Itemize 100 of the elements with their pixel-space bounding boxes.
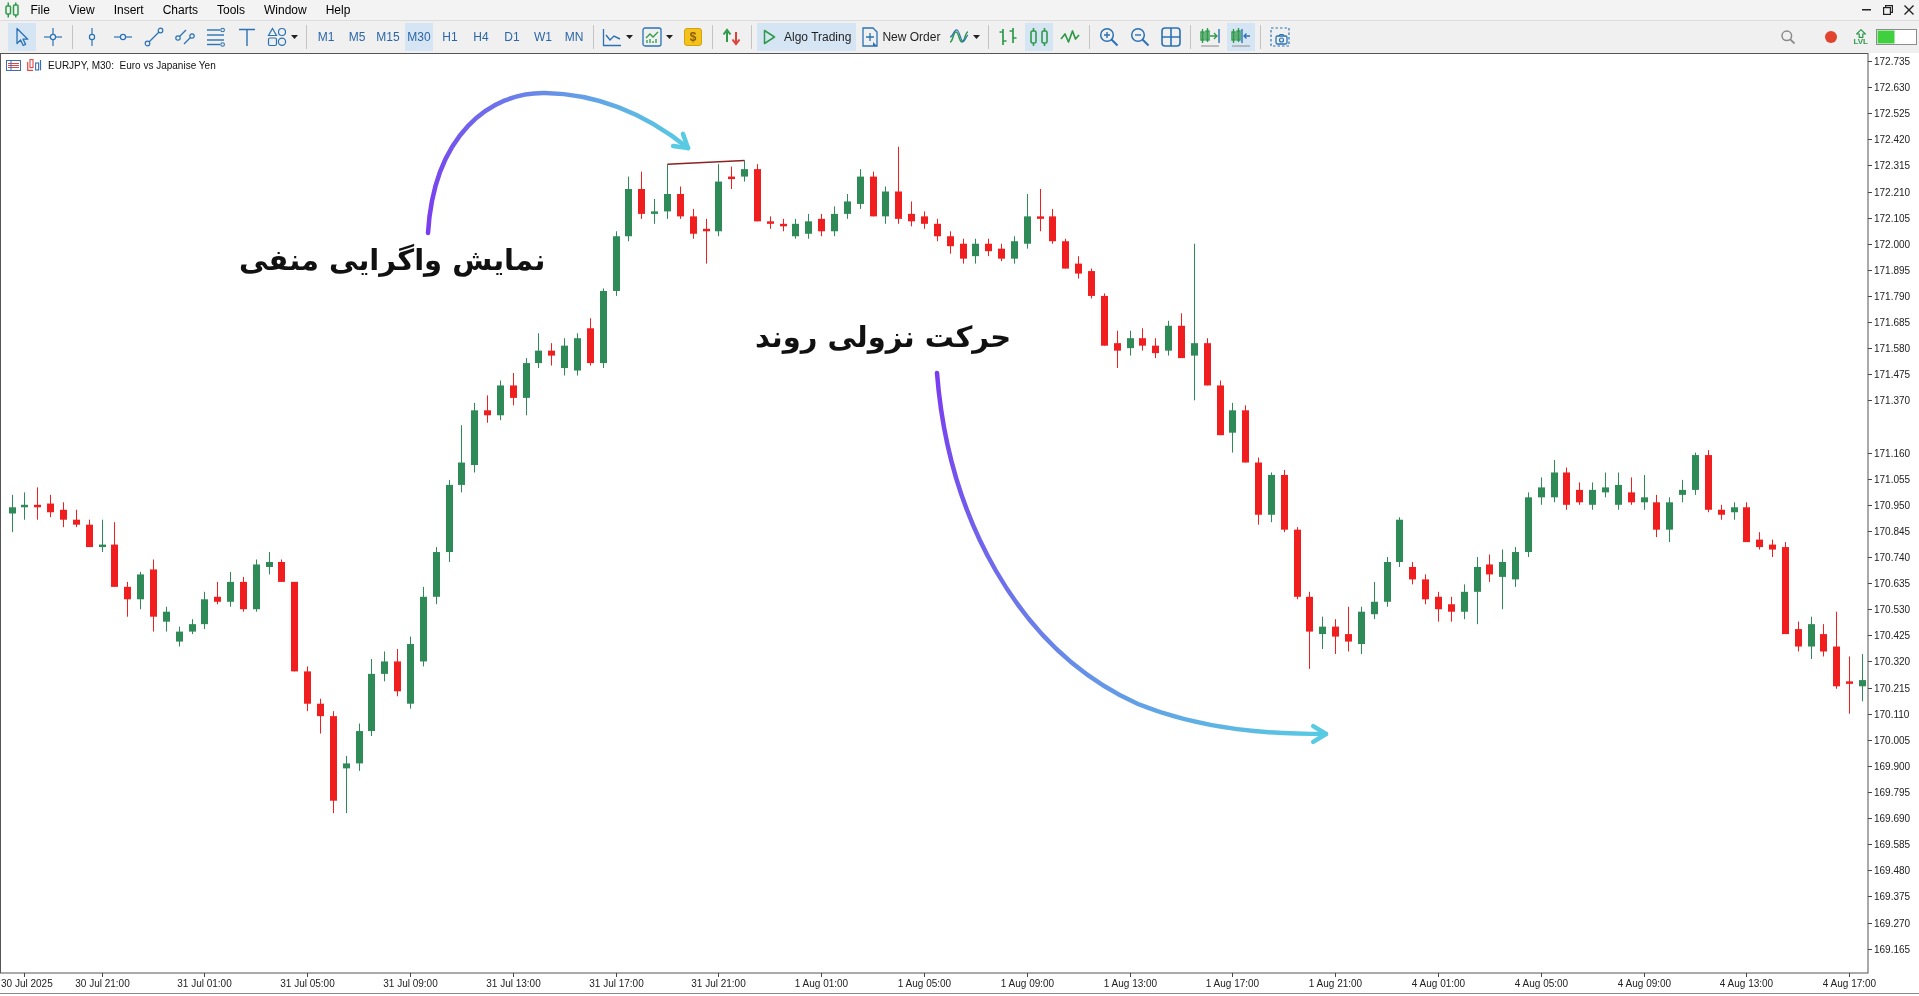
candlestick bbox=[1641, 474, 1648, 511]
cursor-tool-button[interactable] bbox=[8, 23, 36, 51]
grid-icon bbox=[1161, 27, 1182, 47]
candlestick bbox=[1808, 616, 1815, 660]
time-label: 1 Aug 13:00 bbox=[1103, 978, 1158, 989]
candlestick bbox=[433, 546, 440, 605]
timeframe-button[interactable]: M15 bbox=[374, 23, 402, 51]
timeframe-button[interactable]: D1 bbox=[498, 23, 526, 51]
candlestick bbox=[831, 205, 838, 237]
time-label: 31 Jul 13:00 bbox=[486, 978, 541, 989]
ohlc-bars-icon bbox=[998, 27, 1019, 47]
new-order-button[interactable]: New Order bbox=[859, 23, 944, 51]
price-label: 172.420 bbox=[1874, 134, 1911, 145]
caret-icon bbox=[291, 35, 298, 39]
time-label: 31 Jul 05:00 bbox=[280, 978, 335, 989]
candlestick bbox=[1396, 516, 1403, 568]
time-label: 4 Aug 05:00 bbox=[1514, 978, 1569, 989]
candlestick bbox=[1666, 496, 1673, 543]
price-label: 171.370 bbox=[1874, 395, 1911, 406]
candlestick bbox=[47, 494, 54, 518]
price-label: 169.375 bbox=[1874, 891, 1911, 902]
candlestick bbox=[278, 559, 285, 583]
timeframe-button[interactable]: M30 bbox=[405, 23, 433, 51]
candlestick bbox=[176, 626, 183, 648]
candlestick bbox=[21, 491, 28, 521]
timeframe-button[interactable]: M1 bbox=[312, 23, 340, 51]
candlestick-button[interactable] bbox=[1025, 23, 1054, 51]
chart-title: EURJPY, M30: Euro vs Japanise Yen bbox=[48, 59, 216, 71]
line-chart-icon bbox=[602, 27, 622, 47]
zoom-out-icon bbox=[1130, 27, 1151, 47]
table-icon bbox=[6, 59, 21, 71]
price-label: 170.530 bbox=[1874, 604, 1911, 615]
level-lines-icon bbox=[206, 27, 226, 47]
candlestick bbox=[1795, 621, 1802, 652]
candlestick bbox=[1718, 504, 1725, 521]
candlestick bbox=[240, 576, 247, 613]
level-button[interactable]: LVL bbox=[1853, 28, 1868, 46]
algo-trading-button[interactable]: Algo Trading bbox=[757, 23, 857, 51]
minimize-icon bbox=[1862, 9, 1871, 11]
candlestick bbox=[1846, 655, 1853, 715]
candlestick bbox=[34, 486, 41, 521]
menu-item[interactable]: File bbox=[21, 0, 60, 20]
candlestick bbox=[1384, 556, 1391, 608]
timeframe-button[interactable]: W1 bbox=[529, 23, 557, 51]
time-label: 30 Jul 2025 bbox=[1, 978, 53, 989]
candlestick bbox=[1242, 404, 1249, 464]
price-label: 169.165 bbox=[1874, 944, 1911, 955]
menu-item[interactable]: Charts bbox=[153, 0, 208, 20]
menu-item[interactable]: Tools bbox=[207, 0, 255, 20]
candlestick bbox=[381, 651, 388, 682]
time-label: 31 Jul 21:00 bbox=[691, 978, 746, 989]
timeframe-button[interactable]: M5 bbox=[343, 23, 371, 51]
candlestick bbox=[343, 755, 350, 814]
time-label: 1 Aug 05:00 bbox=[897, 978, 952, 989]
candlestick bbox=[818, 213, 825, 237]
restore-icon bbox=[1882, 5, 1893, 15]
time-label: 4 Aug 17:00 bbox=[1822, 978, 1877, 989]
candlestick bbox=[1576, 481, 1583, 506]
candlestick bbox=[484, 394, 491, 424]
candlestick bbox=[561, 337, 568, 376]
candlestick bbox=[523, 357, 530, 416]
menu-item[interactable]: Insert bbox=[104, 0, 154, 20]
candlestick bbox=[535, 332, 542, 369]
time-label: 4 Aug 13:00 bbox=[1719, 978, 1774, 989]
candlestick bbox=[857, 168, 864, 210]
trend-line-icon bbox=[144, 27, 164, 47]
candlestick bbox=[613, 230, 620, 297]
candlestick bbox=[1679, 479, 1686, 503]
menu-item[interactable]: Window bbox=[254, 0, 317, 20]
candlestick bbox=[1859, 653, 1866, 702]
timeframe-button[interactable]: H4 bbox=[467, 23, 495, 51]
time-label: 4 Aug 01:00 bbox=[1411, 978, 1466, 989]
timeframe-button[interactable]: MN bbox=[560, 23, 588, 51]
candlestick bbox=[947, 230, 954, 255]
timeframe-button[interactable]: H1 bbox=[436, 23, 464, 51]
price-label: 172.525 bbox=[1874, 108, 1911, 119]
candlestick bbox=[1024, 193, 1031, 250]
candlestick bbox=[1525, 491, 1532, 558]
menu-item[interactable]: Help bbox=[316, 0, 360, 20]
candlestick bbox=[1345, 606, 1352, 652]
candlestick bbox=[780, 218, 787, 232]
candlestick bbox=[227, 571, 234, 608]
menu-item[interactable]: View bbox=[59, 0, 105, 20]
candlestick bbox=[1448, 596, 1455, 623]
up-arrow-icon bbox=[1855, 28, 1866, 38]
price-label: 171.895 bbox=[1874, 265, 1911, 276]
candlestick bbox=[1628, 476, 1635, 506]
chart-shift-button[interactable] bbox=[1227, 23, 1256, 51]
price-label: 172.735 bbox=[1874, 56, 1911, 67]
candlestick bbox=[638, 171, 645, 220]
candlestick bbox=[1486, 554, 1493, 583]
candlestick bbox=[1563, 467, 1570, 511]
candlestick bbox=[574, 332, 581, 376]
price-label: 169.480 bbox=[1874, 865, 1911, 876]
price-label: 169.585 bbox=[1874, 839, 1911, 850]
candlestick bbox=[1049, 208, 1056, 245]
annotation-text: حرکت نزولی روند bbox=[755, 319, 1012, 356]
candlestick bbox=[548, 342, 555, 367]
market-button[interactable]: $ bbox=[684, 28, 702, 46]
candlestick bbox=[1820, 623, 1827, 657]
